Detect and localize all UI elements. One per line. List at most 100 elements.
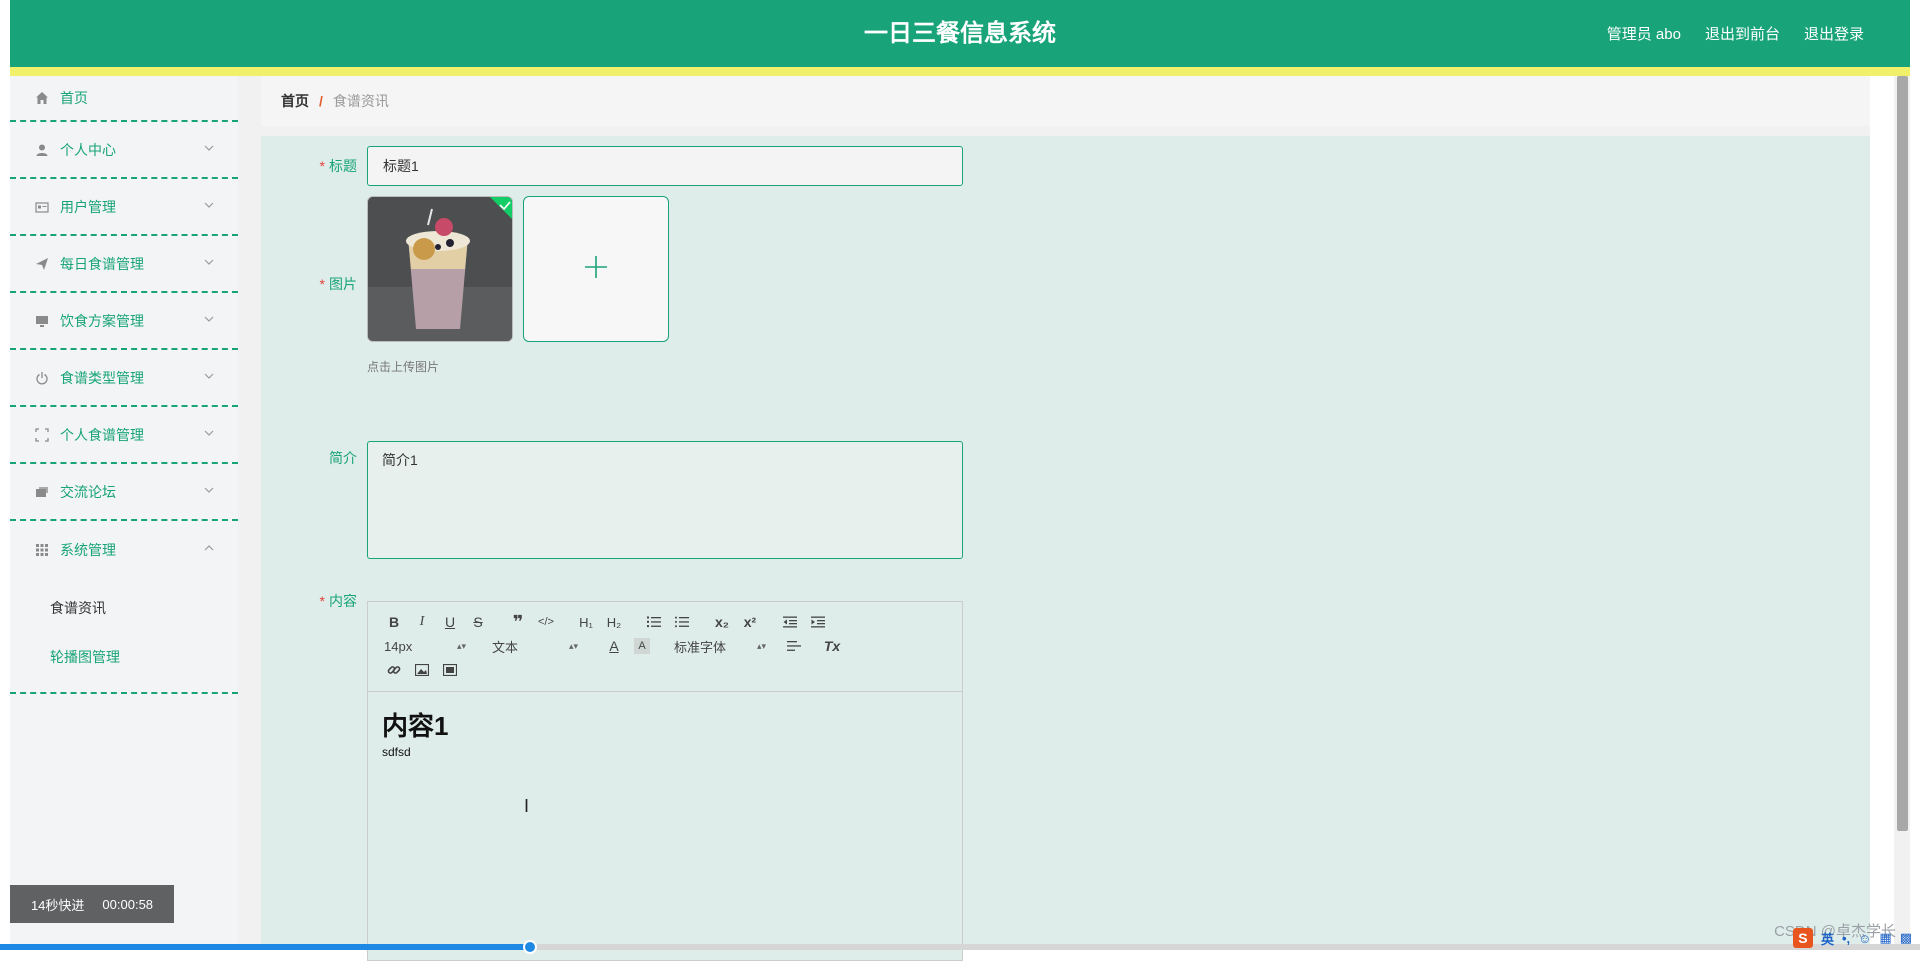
sidebar-item-user-management[interactable]: 用户管理 [10,179,238,236]
app-frame: 一日三餐信息系统 管理员 abo 退出到前台 退出登录 首页 个人中心 用户管理… [10,0,1910,961]
italic-icon[interactable]: I [408,610,436,634]
video-progress-bar[interactable] [0,940,1920,954]
text-style-picker[interactable]: 文本 ▴▾ [492,634,582,658]
image-icon[interactable] [408,658,436,682]
ordered-list-icon[interactable] [640,610,668,634]
font-family-picker[interactable]: 标准字体 ▴▾ [674,634,770,658]
sidebar-item-label: 个人食谱管理 [60,426,144,443]
sidebar-item-diet-plans[interactable]: 饮食方案管理 [10,293,238,350]
edit-form: * 标题 标题1 * 图片 点击上传图片 简介 简介1 * 内容 B I U S… [261,136,1870,961]
summary-label: 简介 [329,450,357,466]
select-arrows-icon: ▴▾ [756,640,766,651]
content-label: * 内容 [319,593,357,609]
sidebar-item-recipe-types[interactable]: 食谱类型管理 [10,350,238,407]
title-label: * 标题 [319,158,357,174]
header-2-icon[interactable]: H₂ [600,610,628,634]
sidebar-item-daily-recipes[interactable]: 每日食谱管理 [10,236,238,293]
header-1-icon[interactable]: H₁ [572,610,600,634]
header-actions: 管理员 abo 退出到前台 退出登录 [1607,0,1864,67]
upload-hint: 点击上传图片 [367,360,440,374]
content-heading: 内容1 [382,711,449,741]
sogou-ime-icon[interactable]: S [1792,928,1813,948]
strikethrough-icon[interactable]: S [464,610,492,634]
sidebar-item-home[interactable]: 首页 [10,76,238,122]
chevron-down-icon [204,200,214,210]
system-tray: S 英 •, ☺ ▦ ▩ [1792,928,1912,948]
monitor-icon [34,313,50,329]
link-icon[interactable] [380,658,408,682]
id-card-icon [34,199,50,215]
underline-icon[interactable]: U [436,610,464,634]
sidebar-subitem-recipe-news[interactable]: 食谱资讯 [10,584,238,633]
select-arrows-icon: ▴▾ [568,640,578,651]
clear-format-icon[interactable]: Tx [818,634,846,658]
video-skip-badge[interactable]: 14秒快进 00:00:58 [10,885,174,923]
blockquote-icon[interactable]: ❞ [504,610,532,634]
chevron-down-icon [204,143,214,153]
sidebar-item-label: 交流论坛 [60,483,116,500]
indent-icon[interactable] [804,610,832,634]
title-input[interactable]: 标题1 [367,146,963,186]
superscript-icon[interactable]: x² [736,610,764,634]
video-progress-fill [0,944,530,950]
font-color-icon[interactable]: A [600,634,628,658]
image-label: * 图片 [319,276,357,292]
emoji-icon[interactable]: ☺ [1858,931,1871,946]
align-icon[interactable] [780,634,808,658]
sidebar-item-label: 食谱类型管理 [60,369,144,386]
chevron-down-icon [204,314,214,324]
top-header: 一日三餐信息系统 管理员 abo 退出到前台 退出登录 [10,0,1910,67]
power-icon [34,370,50,386]
scrollbar-thumb[interactable] [1897,76,1908,831]
bold-icon[interactable]: B [380,610,408,634]
outdent-icon[interactable] [776,610,804,634]
sidebar-item-forum[interactable]: 交流论坛 [10,464,238,521]
editor-content-area[interactable]: 内容1 sdfsd [368,692,962,773]
toolbar-row [380,658,950,682]
chevron-down-icon [204,257,214,267]
summary-textarea[interactable]: 简介1 [367,441,963,559]
sidebar-item-label: 用户管理 [60,198,116,215]
background-color-icon[interactable]: A [634,638,650,654]
toolbox-icon[interactable]: ▩ [1900,930,1912,946]
sidebar-item-personal-center[interactable]: 个人中心 [10,122,238,179]
code-block-icon[interactable]: </> [532,610,560,634]
user-icon [34,142,50,158]
send-icon [34,256,50,272]
sidebar-item-label: 系统管理 [60,541,116,558]
bullet-list-icon[interactable] [668,610,696,634]
punctuation-icon[interactable]: •, [1842,931,1850,946]
page-scrollbar[interactable] [1894,76,1910,950]
editor-toolbar: B I U S ❞ </> H₁ H₂ x₂ x² 14px ▴▾ 文本 ▴▾ … [368,602,962,692]
breadcrumb: 首页 / 食谱资讯 [261,76,1870,126]
subscript-icon[interactable]: x₂ [708,610,736,634]
sidebar-item-personal-recipes[interactable]: 个人食谱管理 [10,407,238,464]
uploaded-image-thumbnail[interactable] [367,196,513,342]
exit-to-front-link[interactable]: 退出到前台 [1705,23,1780,44]
ime-language-indicator[interactable]: 英 [1821,929,1834,948]
grid-icon [34,542,50,558]
select-arrows-icon: ▴▾ [456,640,466,651]
skip-label: 14秒快进 [30,897,85,913]
video-icon[interactable] [436,658,464,682]
sidebar-item-label: 个人中心 [60,141,116,158]
sidebar-subitem-carousel[interactable]: 轮播图管理 [10,633,238,682]
sidebar-item-system-management[interactable]: 系统管理 [10,521,238,578]
video-progress-knob[interactable] [522,940,537,954]
chevron-down-icon [204,371,214,381]
sidebar-item-label: 每日食谱管理 [60,255,144,272]
home-icon [34,90,50,106]
main-content: 首页 / 食谱资讯 * 标题 标题1 * 图片 点击上传图片 简介 简介1 * … [238,76,1870,961]
frame-icon [34,427,50,443]
sidebar-item-label: 饮食方案管理 [60,312,144,329]
chevron-up-icon [204,543,214,553]
logout-link[interactable]: 退出登录 [1804,23,1864,44]
font-size-picker[interactable]: 14px ▴▾ [380,634,470,658]
image-upload-button[interactable] [523,196,669,342]
content-paragraph: sdfsd [382,745,411,759]
admin-user-label: 管理员 abo [1606,26,1681,43]
keyboard-icon[interactable]: ▦ [1879,930,1891,946]
toolbar-row: 14px ▴▾ 文本 ▴▾ A A 标准字体 ▴▾ Tx [380,634,950,658]
breadcrumb-home[interactable]: 首页 [281,91,309,111]
chat-icon [34,484,50,500]
